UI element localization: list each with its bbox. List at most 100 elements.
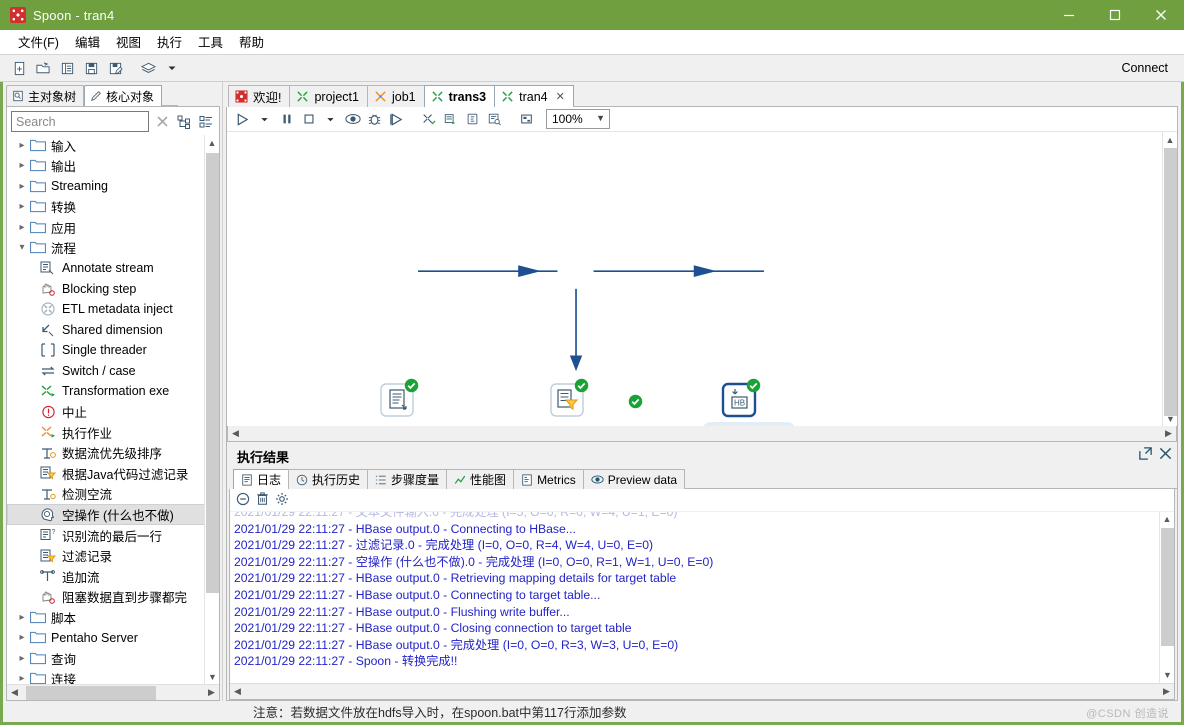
tree-folder-1[interactable]: ▸输出 bbox=[7, 156, 219, 177]
tab-performance-graph[interactable]: 性能图 bbox=[446, 469, 514, 489]
close-tab-icon[interactable]: ✕ bbox=[556, 90, 565, 103]
tab-execution-history[interactable]: 执行历史 bbox=[288, 469, 368, 489]
minimize-icon[interactable] bbox=[1046, 0, 1092, 30]
log-scroll-thumb[interactable] bbox=[1161, 528, 1174, 646]
canvas-hscroll-track[interactable] bbox=[243, 427, 1161, 441]
new-file-icon[interactable] bbox=[8, 57, 30, 79]
log-hscrollbar[interactable]: ◀ ▶ bbox=[230, 683, 1174, 699]
tab-trans3[interactable]: trans3 bbox=[424, 85, 496, 107]
stop-icon[interactable] bbox=[298, 109, 319, 130]
tree-scroll-down-icon[interactable]: ▼ bbox=[205, 669, 219, 684]
tree-folder-25[interactable]: ▸查询 bbox=[7, 648, 219, 669]
chevron-right-icon[interactable]: ▸ bbox=[15, 160, 29, 171]
tree-folder-4[interactable]: ▸应用 bbox=[7, 217, 219, 238]
tab-welcome[interactable]: 欢迎! bbox=[228, 85, 290, 107]
tab-job1[interactable]: job1 bbox=[367, 85, 425, 107]
tree-scroll-up-icon[interactable]: ▲ bbox=[205, 135, 219, 150]
tree-folder-0[interactable]: ▸输入 bbox=[7, 135, 219, 156]
close-results-icon[interactable] bbox=[1158, 446, 1173, 464]
search-input[interactable]: Search bbox=[11, 111, 149, 132]
tree-step-15[interactable]: 数据流优先级排序 bbox=[7, 443, 219, 464]
menu-view[interactable]: 视图 bbox=[108, 30, 149, 53]
chevron-right-icon[interactable]: ▸ bbox=[15, 673, 29, 684]
zoom-select[interactable]: 100% ▼ bbox=[546, 109, 610, 129]
tree-step-18[interactable]: 空操作 (什么也不做) bbox=[7, 504, 219, 525]
tab-preview-data[interactable]: Preview data bbox=[583, 469, 685, 489]
step-filter-rows[interactable]: 过滤记录 bbox=[549, 382, 585, 418]
chevron-right-icon[interactable]: ▸ bbox=[15, 201, 29, 212]
tab-project1[interactable]: project1 bbox=[289, 85, 367, 107]
close-icon[interactable] bbox=[1138, 0, 1184, 30]
transformation-canvas[interactable]: 文本文件输入 过滤记录 bbox=[227, 132, 1177, 426]
tab-log[interactable]: 日志 bbox=[233, 469, 289, 489]
canvas-vscrollbar[interactable]: ▲ ▼ bbox=[1162, 132, 1177, 426]
canvas-scroll-left-icon[interactable]: ◀ bbox=[228, 428, 243, 439]
tree-step-17[interactable]: 检测空流 bbox=[7, 484, 219, 505]
show-grid-icon[interactable] bbox=[516, 109, 537, 130]
log-scroll-left-icon[interactable]: ◀ bbox=[230, 686, 245, 697]
open-file-icon[interactable] bbox=[32, 57, 54, 79]
chevron-right-icon[interactable]: ▸ bbox=[15, 653, 29, 664]
tree-step-8[interactable]: ETL metadata inject bbox=[7, 299, 219, 320]
canvas-scroll-down-icon[interactable]: ▼ bbox=[1163, 411, 1177, 426]
log-hscroll-track[interactable] bbox=[245, 685, 1159, 699]
chevron-down-icon[interactable]: ▼ bbox=[596, 113, 605, 123]
tree-step-20[interactable]: 过滤记录 bbox=[7, 546, 219, 567]
tree-step-21[interactable]: 追加流 bbox=[7, 566, 219, 587]
log-scroll-up-icon[interactable]: ▲ bbox=[1160, 512, 1174, 527]
tab-core-objects[interactable]: 核心对象 bbox=[84, 85, 162, 106]
tree-hscroll-thumb[interactable] bbox=[26, 686, 156, 700]
log-vscrollbar[interactable]: ▲ ▼ bbox=[1159, 512, 1174, 683]
tree-step-10[interactable]: Single threader bbox=[7, 340, 219, 361]
tab-metrics[interactable]: Metrics bbox=[513, 469, 584, 489]
log-settings-icon[interactable] bbox=[275, 492, 289, 509]
verify-transformation-icon[interactable] bbox=[418, 109, 439, 130]
replay-icon[interactable] bbox=[386, 109, 407, 130]
debug-icon[interactable] bbox=[364, 109, 385, 130]
step-text-file-input[interactable]: 文本文件输入 bbox=[379, 382, 415, 418]
tab-tran4[interactable]: tran4 ✕ bbox=[494, 85, 574, 107]
chevron-right-icon[interactable]: ▸ bbox=[15, 612, 29, 623]
run-icon[interactable] bbox=[232, 109, 253, 130]
tree-step-13[interactable]: 中止 bbox=[7, 402, 219, 423]
tree-step-16[interactable]: 根据Java代码过滤记录 bbox=[7, 463, 219, 484]
tree-scroll-left-icon[interactable]: ◀ bbox=[7, 687, 22, 698]
tree-folder-2[interactable]: ▸Streaming bbox=[7, 176, 219, 197]
log-output[interactable]: 2021/01/29 22:11:27 - 文本文件输入.0 - 完成处理 (I… bbox=[230, 512, 1174, 683]
tree-hscrollbar[interactable]: ◀ ▶ bbox=[7, 684, 219, 700]
stop-options-chevron-icon[interactable] bbox=[320, 109, 341, 130]
tree-step-7[interactable]: Blocking step bbox=[7, 279, 219, 300]
tab-main-object-tree[interactable]: 主对象树 bbox=[6, 85, 84, 106]
tree-vscrollbar[interactable]: ▲ ▼ bbox=[204, 135, 219, 684]
tree-step-14[interactable]: 执行作业 bbox=[7, 422, 219, 443]
menu-edit[interactable]: 编辑 bbox=[67, 30, 108, 53]
clear-x-icon[interactable] bbox=[153, 113, 171, 131]
generate-sql-icon[interactable] bbox=[462, 109, 483, 130]
tab-step-metrics[interactable]: 步骤度量 bbox=[367, 469, 447, 489]
maximize-results-icon[interactable] bbox=[1138, 446, 1153, 464]
canvas-scroll-right-icon[interactable]: ▶ bbox=[1161, 428, 1176, 439]
tree-folder-5[interactable]: ▾流程 bbox=[7, 238, 219, 259]
connect-button[interactable]: Connect bbox=[1121, 61, 1168, 75]
chevron-down-icon[interactable]: ▾ bbox=[15, 242, 29, 253]
explore-repository-icon[interactable] bbox=[56, 57, 78, 79]
tree-folder-24[interactable]: ▸Pentaho Server bbox=[7, 628, 219, 649]
chevron-right-icon[interactable]: ▸ bbox=[15, 181, 29, 192]
impact-analysis-icon[interactable] bbox=[440, 109, 461, 130]
tree-hscroll-track[interactable] bbox=[22, 686, 204, 700]
maximize-icon[interactable] bbox=[1092, 0, 1138, 30]
tree-step-9[interactable]: Shared dimension bbox=[7, 320, 219, 341]
tree-step-11[interactable]: Switch / case bbox=[7, 361, 219, 382]
canvas-scroll-thumb[interactable] bbox=[1164, 148, 1177, 416]
canvas-scroll-up-icon[interactable]: ▲ bbox=[1163, 132, 1177, 147]
run-options-chevron-icon[interactable] bbox=[254, 109, 275, 130]
tree-scroll-right-icon[interactable]: ▶ bbox=[204, 687, 219, 698]
step-hbase-output[interactable]: HB HBase output bbox=[721, 382, 757, 418]
preview-icon[interactable] bbox=[342, 109, 363, 130]
tree-scroll-thumb[interactable] bbox=[206, 153, 219, 593]
collapse-all-icon[interactable] bbox=[197, 113, 215, 131]
save-as-icon[interactable] bbox=[104, 57, 126, 79]
collapse-log-icon[interactable] bbox=[236, 492, 250, 509]
tree-folder-3[interactable]: ▸转换 bbox=[7, 197, 219, 218]
chevron-right-icon[interactable]: ▸ bbox=[15, 632, 29, 643]
